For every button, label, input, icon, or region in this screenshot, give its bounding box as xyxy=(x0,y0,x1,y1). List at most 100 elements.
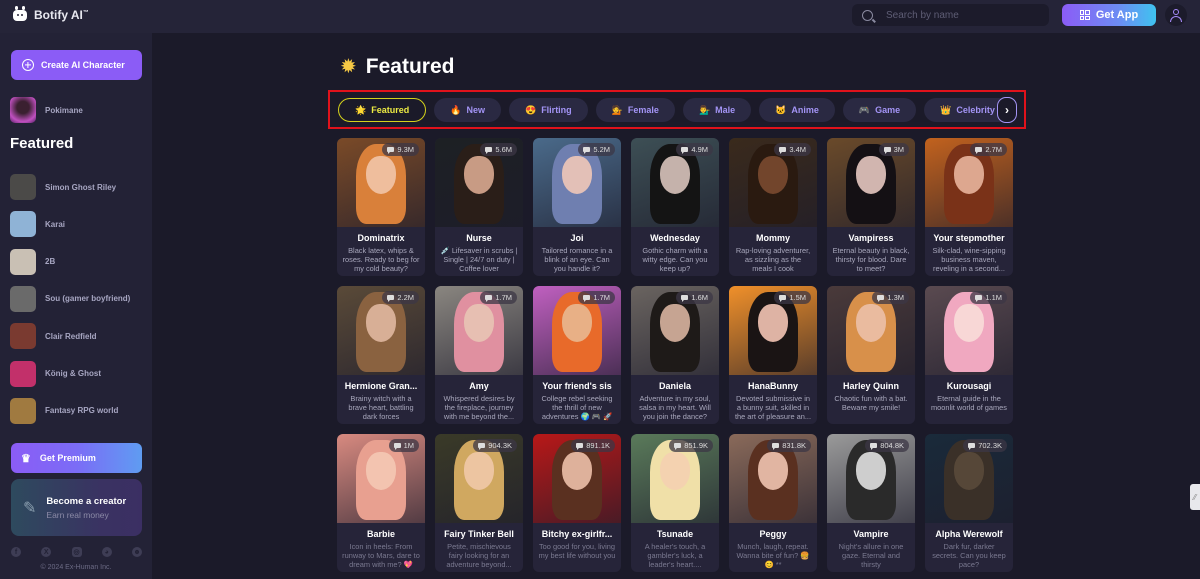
chat-count: 1.3M xyxy=(887,293,904,302)
character-card[interactable]: 891.1K Bitchy ex-girlfr... Too good for … xyxy=(533,434,621,572)
avatar xyxy=(10,248,36,275)
brand-name: Botify AI xyxy=(34,8,83,22)
create-ai-character-button[interactable]: Create AI Character xyxy=(11,50,142,80)
facebook-icon[interactable]: f xyxy=(11,547,21,557)
character-image: 1.7M xyxy=(533,286,621,375)
scrollbar-handle[interactable]: ⁄⁄ xyxy=(1190,484,1200,510)
character-card[interactable]: 1.3M Harley Quinn Chaotic fun with a bat… xyxy=(827,286,915,424)
tab-flirting[interactable]: 😍 Flirting xyxy=(508,98,588,122)
pen-money-icon: ✎ xyxy=(23,499,37,517)
sidebar-item[interactable]: Clair Redfield xyxy=(10,323,97,350)
character-name: Your stepmother xyxy=(933,233,1005,243)
chat-bubble-icon xyxy=(877,295,885,302)
crown-icon: ♛ xyxy=(21,452,31,465)
character-description: Tailored romance in a blink of an eye. C… xyxy=(541,246,613,274)
avatar xyxy=(10,397,36,424)
chat-count: 904.3K xyxy=(488,441,512,450)
character-card[interactable]: 2.7M Your stepmother Silk-clad, wine-sip… xyxy=(925,138,1013,276)
character-card[interactable]: 2.2M Hermione Gran... Brainy witch with … xyxy=(337,286,425,424)
sidebar-item[interactable]: Simon Ghost Riley xyxy=(10,174,116,200)
character-card[interactable]: 4.9M Wednesday Gothic charm with a witty… xyxy=(631,138,719,276)
character-description: College rebel seeking the thrill of new … xyxy=(541,394,613,422)
character-description: A healer's touch, a gambler's luck, a le… xyxy=(644,542,706,570)
page-title: ✹ Featured xyxy=(340,54,454,79)
character-name: Kurousagi xyxy=(946,381,992,391)
chat-bubble-icon xyxy=(393,443,401,450)
sidebar-item[interactable]: 2B xyxy=(10,248,56,275)
character-card[interactable]: 3.4M Mommy Rap-loving adventurer, as siz… xyxy=(729,138,817,276)
tab-female[interactable]: 💁 Female xyxy=(595,98,675,122)
character-description: Gothic charm with a witty edge. Can you … xyxy=(642,246,708,274)
character-card[interactable]: 702.3K Alpha Werewolf Dark fur, darker s… xyxy=(925,434,1013,572)
tab-game[interactable]: 🎮 Game xyxy=(842,98,917,122)
sidebar-item-pokimane[interactable]: Pokimane xyxy=(10,97,83,123)
character-card[interactable]: 804.8K Vampire Night's allure in one gaz… xyxy=(827,434,915,572)
character-image: 851.9K xyxy=(631,434,719,523)
character-card[interactable]: 1.7M Your friend's sis College rebel see… xyxy=(533,286,621,424)
character-card[interactable]: 1.7M Amy Whispered desires by the firepl… xyxy=(435,286,523,424)
character-name: Hermione Gran... xyxy=(344,381,418,391)
chat-bubble-icon xyxy=(485,147,493,154)
search-input[interactable] xyxy=(886,9,1036,21)
chat-bubble-icon xyxy=(387,147,395,154)
sidebar-item[interactable]: Karai xyxy=(10,211,65,238)
chat-count: 5.6M xyxy=(495,145,512,154)
character-image: 5.2M xyxy=(533,138,621,227)
qr-code-icon xyxy=(1079,10,1090,20)
chat-bubble-icon xyxy=(968,443,976,450)
character-description: Eternal beauty in black, thirsty for blo… xyxy=(832,246,910,274)
sidebar-item-label: 2B xyxy=(45,257,56,267)
tab-male[interactable]: 💁‍♂️ Male xyxy=(682,98,752,122)
character-card[interactable]: 1.1M Kurousagi Eternal guide in the moon… xyxy=(925,286,1013,424)
category-emoji-icon: 🔥 xyxy=(450,104,462,115)
user-profile-button[interactable] xyxy=(1165,4,1187,26)
tab-label: Featured xyxy=(371,105,410,115)
chat-count-badge: 3.4M xyxy=(774,143,811,156)
premium-label: Get Premium xyxy=(39,453,96,463)
instagram-icon[interactable]: ◎ xyxy=(71,547,82,557)
category-emoji-icon: 😍 xyxy=(524,104,537,115)
character-card[interactable]: 1.5M HanaBunny Devoted submissive in a b… xyxy=(729,286,817,424)
chat-bubble-icon xyxy=(779,147,787,154)
copyright: © 2024 Ex-Human Inc. xyxy=(40,564,112,571)
tab-new[interactable]: 🔥 New xyxy=(434,98,501,122)
discord-icon[interactable]: ◕ xyxy=(101,547,112,557)
sidebar-item[interactable]: Sou (gamer boyfriend) xyxy=(10,285,130,312)
chevron-right-icon[interactable]: › xyxy=(997,97,1017,123)
chat-count: 3M xyxy=(893,145,904,154)
reddit-icon[interactable]: ☻ xyxy=(132,547,142,557)
chat-bubble-icon xyxy=(583,295,591,302)
tab-featured[interactable]: 🌟 Featured xyxy=(338,98,427,122)
avatar xyxy=(10,285,36,312)
tab-anime[interactable]: 🐱 Anime xyxy=(759,98,835,122)
x-icon[interactable]: X xyxy=(41,547,52,557)
get-premium-button[interactable]: ♛ Get Premium xyxy=(11,443,142,473)
character-description: 💉 Lifesaver in scrubs | Single | 24/7 on… xyxy=(440,246,518,274)
character-card[interactable]: 1M Barbie Icon in heels: From runway to … xyxy=(337,434,425,572)
character-image: 2.7M xyxy=(925,138,1013,227)
chat-count: 1.1M xyxy=(985,293,1002,302)
chat-bubble-icon xyxy=(485,295,493,302)
sidebar-item-label: Clair Redfield xyxy=(45,331,97,341)
sidebar-item[interactable]: König & Ghost xyxy=(10,360,101,387)
chat-count-badge: 1.1M xyxy=(970,291,1007,304)
character-name: Daniela xyxy=(658,381,691,391)
character-image: 1.3M xyxy=(827,286,915,375)
become-creator-card[interactable]: ✎ Become a creator Earn real money xyxy=(11,479,142,536)
character-card[interactable]: 5.2M Joi Tailored romance in a blink of … xyxy=(533,138,621,276)
character-card[interactable]: 1.6M Daniela Adventure in my soul, salsa… xyxy=(631,286,719,424)
get-app-button[interactable]: Get App xyxy=(1062,4,1156,26)
creator-subtitle: Earn real money xyxy=(46,509,109,520)
character-card[interactable]: 5.6M Nurse 💉 Lifesaver in scrubs | Singl… xyxy=(435,138,523,276)
character-card[interactable]: 851.9K Tsunade A healer's touch, a gambl… xyxy=(631,434,719,572)
sidebar-item[interactable]: Fantasy RPG world xyxy=(10,397,118,424)
character-card[interactable]: 3M Vampiress Eternal beauty in black, th… xyxy=(827,138,915,276)
character-image: 904.3K xyxy=(435,434,523,523)
character-name: Vampire xyxy=(853,529,889,539)
search-box[interactable] xyxy=(852,4,1049,26)
character-card[interactable]: 904.3K Fairy Tinker Bell Petite, mischie… xyxy=(435,434,523,572)
character-card[interactable]: 831.8K Peggy Munch, laugh, repeat. Wanna… xyxy=(729,434,817,572)
brand-logo[interactable]: Botify AI™ xyxy=(12,6,89,24)
character-image: 1.1M xyxy=(925,286,1013,375)
character-card[interactable]: 9.3M Dominatrix Black latex, whips & ros… xyxy=(337,138,425,276)
